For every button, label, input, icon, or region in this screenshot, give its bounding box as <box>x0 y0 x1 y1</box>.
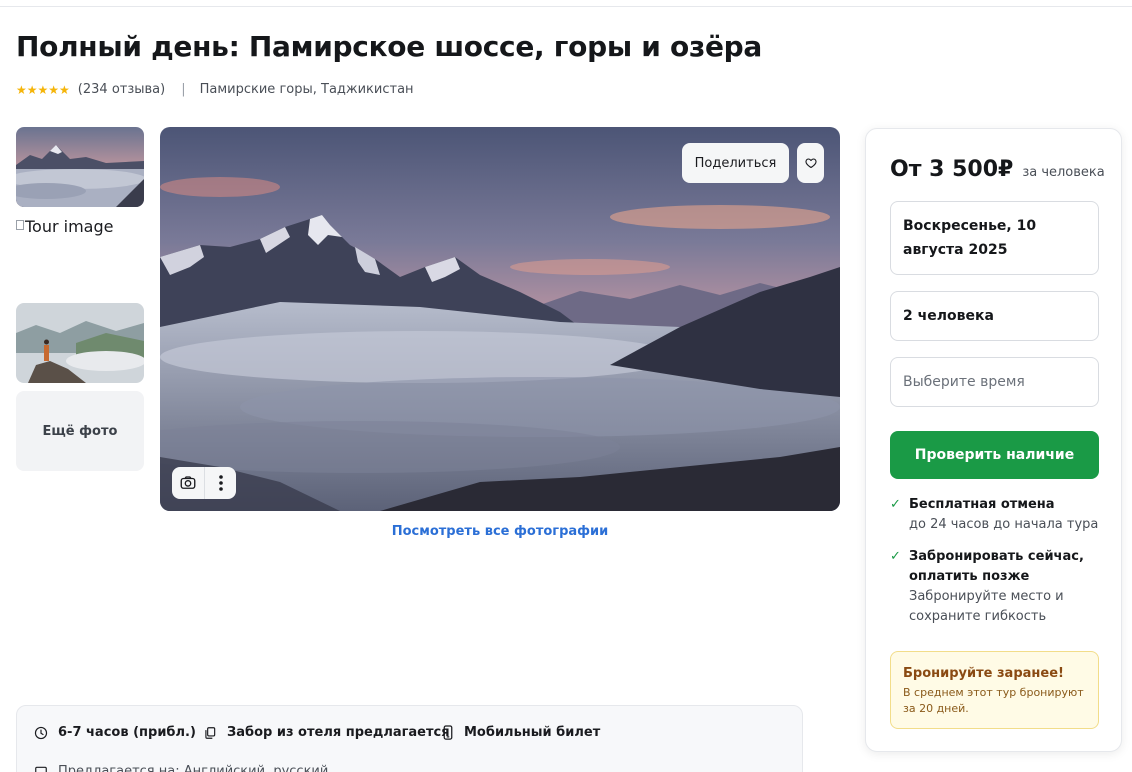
page-title: Полный день: Памирское шоссе, горы и озё… <box>16 30 762 63</box>
travelers-selector[interactable]: 2 человека <box>890 291 1099 341</box>
rating-stars: ★★★★★ <box>16 82 70 97</box>
benefit-text: Забронируйте место и сохраните гибкость <box>909 589 1064 624</box>
meta-separator: | <box>181 82 186 97</box>
price-unit: за человека <box>1022 165 1105 180</box>
top-divider <box>0 6 1132 7</box>
gallery-thumbnail-3[interactable] <box>16 303 144 383</box>
tour-features: 6-7 часов (прибл.) Забор из отеля предла… <box>16 705 803 772</box>
check-icon: ✓ <box>890 549 901 564</box>
camera-icon <box>180 476 196 489</box>
main-photo[interactable] <box>160 127 840 511</box>
benefit-text: до 24 часов до начала тура <box>909 517 1099 532</box>
view-all-photos-link[interactable]: Посмотреть все фотографии <box>160 524 840 539</box>
benefit-title: Бесплатная отмена <box>909 497 1055 512</box>
book-early-notice: Бронируйте заранее! В среднем этот тур б… <box>890 651 1099 729</box>
language-text: Предлагается на: Английский, русский <box>58 764 329 772</box>
gallery-thumbnail-broken[interactable]: Tour image <box>16 217 144 297</box>
duration-text: 6-7 часов (прибл.) <box>58 725 196 740</box>
benefit-reserve-now: ✓ Забронировать сейчас, оплатить позже З… <box>890 547 1099 627</box>
favorite-button[interactable] <box>797 143 824 183</box>
check-availability-button[interactable]: Проверить наличие <box>890 431 1099 479</box>
more-photos-button[interactable]: Ещё фото <box>16 391 144 471</box>
pickup-text: Забор из отеля предлагается <box>227 725 450 740</box>
thumbnail-image-1 <box>16 127 144 207</box>
benefit-free-cancellation: ✓ Бесплатная отмена до 24 часов до начал… <box>890 495 1099 535</box>
check-icon: ✓ <box>890 497 901 512</box>
price-row: От 3 500₽ за человека <box>890 157 1105 182</box>
image-menu-button[interactable] <box>204 467 236 499</box>
tour-meta: ★★★★★ (234 отзыва) | Памирские горы, Тад… <box>16 82 414 97</box>
heart-icon <box>804 158 817 169</box>
broken-image-icon <box>16 220 24 230</box>
benefit-title: Забронировать сейчас, оплатить позже <box>909 549 1084 584</box>
booking-card: От 3 500₽ за человека Воскресенье, 10 ав… <box>865 128 1122 752</box>
language-icon <box>35 766 47 772</box>
feature-language: Предлагается на: Английский, русский <box>34 764 328 772</box>
more-vertical-icon <box>218 475 223 491</box>
broken-image-alt: Tour image <box>25 217 114 236</box>
notice-text: В среднем этот тур бронируют за 20 дней. <box>903 686 1084 715</box>
feature-duration: 6-7 часов (прибл.) <box>34 725 196 740</box>
phone-icon <box>443 725 453 740</box>
hero-image <box>160 127 840 511</box>
feature-pickup: Забор из отеля предлагается <box>203 725 450 740</box>
visual-search-button[interactable] <box>172 467 204 499</box>
reviews-link[interactable]: (234 отзыва) <box>78 82 165 97</box>
tour-location: Памирские горы, Таджикистан <box>199 82 414 97</box>
image-tools <box>172 467 236 499</box>
feature-ticket: Мобильный билет <box>442 725 600 740</box>
notice-title: Бронируйте заранее! <box>903 666 1064 681</box>
share-button[interactable]: Поделиться <box>682 143 789 183</box>
date-selector[interactable]: Воскресенье, 10 августа 2025 <box>890 201 1099 275</box>
clock-icon <box>34 726 48 739</box>
gallery-thumbnail-1[interactable] <box>16 127 144 207</box>
copy-icon <box>205 726 216 739</box>
thumbnail-image-3 <box>16 303 144 383</box>
tour-price: От 3 500₽ <box>890 157 1014 182</box>
time-selector[interactable]: Выберите время <box>890 357 1099 407</box>
ticket-text: Мобильный билет <box>464 725 601 740</box>
